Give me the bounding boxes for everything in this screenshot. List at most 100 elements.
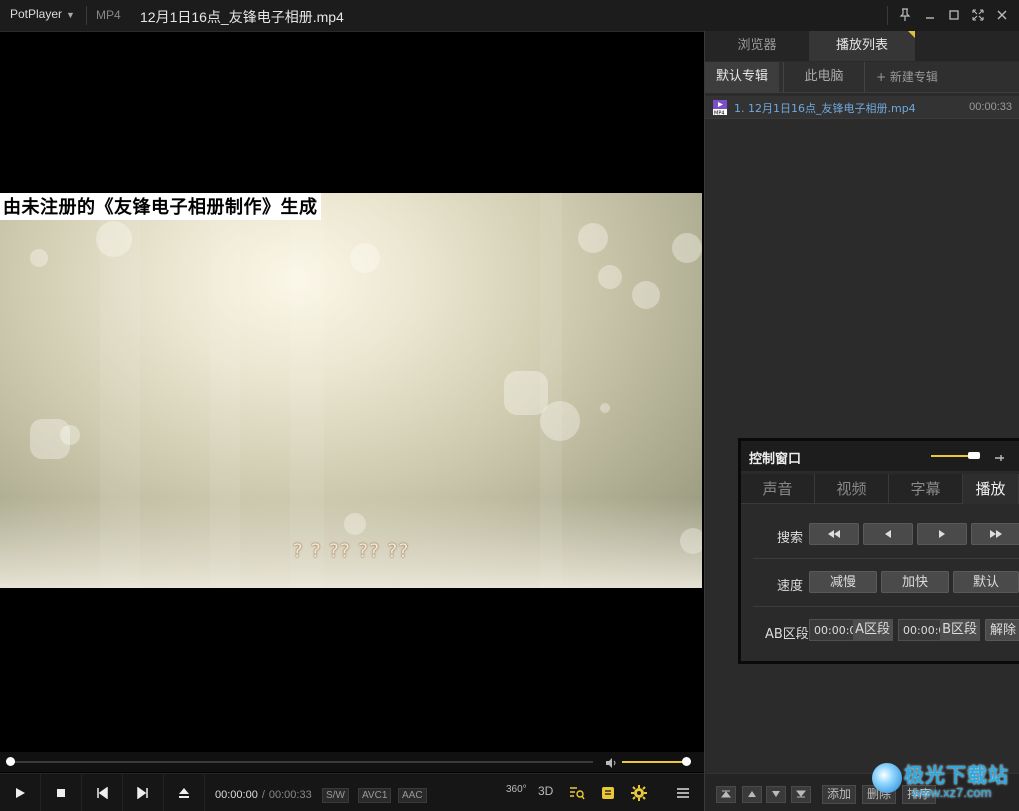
- search-label: 搜索: [777, 531, 804, 546]
- playlist-item-duration: 00:00:33: [969, 101, 1012, 113]
- title-bar: PotPlayer ▼ MP4 12月1日16点_友锋电子相册.mp4: [0, 0, 1019, 32]
- skip-next-icon: [137, 787, 148, 799]
- current-time: 00:00:00: [215, 789, 258, 801]
- new-album-button[interactable]: + 新建专辑: [867, 62, 947, 92]
- next-button[interactable]: [123, 774, 164, 811]
- speed-up-button[interactable]: 加快: [881, 571, 949, 593]
- ab-end-field[interactable]: 00:00:00 B区段: [898, 619, 980, 641]
- ab-clear-button[interactable]: 解除: [985, 619, 1019, 641]
- bokeh-light: [60, 425, 80, 445]
- ab-start-button[interactable]: A区段: [853, 619, 892, 641]
- window-title: 12月1日16点_友锋电子相册.mp4: [140, 9, 344, 25]
- bokeh-light: [30, 249, 48, 267]
- brand-url: www.xz7.com: [912, 785, 992, 800]
- total-time: 00:00:33: [268, 789, 312, 801]
- control-window-titlebar[interactable]: 控制窗口: [741, 441, 1019, 471]
- tab-playlist[interactable]: 播放列表: [809, 31, 915, 61]
- brand-logo-icon: [872, 763, 902, 793]
- tab-browser[interactable]: 浏览器: [705, 31, 809, 61]
- maximize-icon[interactable]: [946, 7, 962, 23]
- speed-label: 速度: [777, 579, 804, 594]
- playlist-button[interactable]: [598, 774, 620, 811]
- bokeh-light: [96, 221, 132, 257]
- 3d-button[interactable]: 3D: [538, 784, 553, 798]
- watermark-text: 由未注册的《友锋电子相册制作》生成: [0, 193, 321, 220]
- seek-track[interactable]: [8, 761, 593, 763]
- pin-icon[interactable]: [993, 449, 1005, 468]
- move-down-button[interactable]: [766, 786, 786, 803]
- format-label: MP4: [96, 8, 121, 22]
- tab-this-pc[interactable]: 此电脑: [783, 62, 865, 92]
- seek-forward-far-button[interactable]: [971, 523, 1019, 545]
- move-top-icon: [721, 790, 731, 798]
- previous-button[interactable]: [82, 774, 123, 811]
- album-tabs: 默认专辑 此电脑 + 新建专辑: [705, 62, 1019, 93]
- minimize-icon[interactable]: [922, 7, 938, 23]
- tab-audio[interactable]: 声音: [741, 474, 815, 504]
- divider: [86, 6, 87, 25]
- volume-slider[interactable]: [622, 761, 686, 763]
- volume-icon[interactable]: [604, 755, 618, 769]
- pin-icon[interactable]: [897, 7, 913, 23]
- renderer-tag[interactable]: S/W: [322, 788, 349, 803]
- chevron-down-icon: ▼: [66, 10, 75, 20]
- ab-start-field[interactable]: 00:00:00 A区段: [809, 619, 893, 641]
- move-top-button[interactable]: [716, 786, 736, 803]
- app-menu-button[interactable]: PotPlayer ▼: [10, 7, 75, 21]
- audio-codec-tag[interactable]: AAC: [398, 788, 427, 803]
- control-window-title: 控制窗口: [749, 452, 802, 467]
- app-name: PotPlayer: [10, 7, 63, 21]
- ab-label: AB区段: [765, 627, 809, 642]
- search-row: 搜索: [741, 511, 1019, 559]
- list-search-icon: [570, 787, 585, 800]
- volume-handle[interactable]: [682, 757, 691, 766]
- gear-icon: [631, 785, 647, 801]
- tab-video[interactable]: 视频: [815, 474, 889, 504]
- tab-subtitles[interactable]: 字幕: [889, 474, 963, 504]
- seek-handle[interactable]: [6, 757, 15, 766]
- tab-playback[interactable]: 播放: [963, 474, 1019, 504]
- divider: [887, 6, 888, 25]
- eject-button[interactable]: [164, 774, 205, 811]
- play-button[interactable]: [0, 774, 41, 811]
- playlist-item[interactable]: MP4 1. 12月1日16点_友锋电子相册.mp4 00:00:33: [705, 96, 1019, 119]
- bokeh-light: [578, 223, 608, 253]
- tab-playlist-label: 播放列表: [835, 38, 888, 53]
- video-codec-tag[interactable]: AVC1: [358, 788, 392, 803]
- play-icon: [16, 788, 25, 798]
- bokeh-light: [504, 371, 548, 415]
- subtitle-text: ? ? ?? ?? ??: [292, 540, 410, 562]
- site-watermark: 极光下载站 www.xz7.com: [872, 757, 1019, 810]
- add-button[interactable]: 添加: [822, 785, 857, 804]
- settings-button[interactable]: [628, 774, 652, 811]
- control-bar: 00:00:00/00:00:33 S/W AVC1 AAC 360° 3D: [0, 773, 704, 811]
- slow-down-button[interactable]: 减慢: [809, 571, 877, 593]
- ab-end-button[interactable]: B区段: [940, 619, 979, 641]
- speed-default-button[interactable]: 默认: [953, 571, 1019, 593]
- vr-360-button[interactable]: 360°: [506, 784, 527, 795]
- search-playlist-button[interactable]: [565, 774, 589, 811]
- fullscreen-icon[interactable]: [970, 7, 986, 23]
- tab-default-album[interactable]: 默认专辑: [705, 62, 779, 92]
- playlist-icon: [602, 787, 614, 799]
- seek-forward-button[interactable]: [917, 523, 967, 545]
- close-icon[interactable]: [994, 7, 1010, 23]
- stop-icon: [57, 789, 65, 797]
- brand-name: 极光下载站: [904, 763, 1009, 787]
- seek-bar-area: [0, 752, 704, 772]
- seek-back-button[interactable]: [863, 523, 913, 545]
- eject-icon: [179, 788, 189, 798]
- bokeh-light: [632, 281, 660, 309]
- video-frame[interactable]: [0, 193, 702, 588]
- move-up-button[interactable]: [742, 786, 762, 803]
- bokeh-light: [598, 265, 622, 289]
- step-forward-icon: [939, 530, 945, 538]
- stop-button[interactable]: [41, 774, 82, 811]
- sidebar-tabs: 浏览器 播放列表: [705, 31, 1019, 61]
- step-back-icon: [885, 530, 891, 538]
- menu-button[interactable]: [668, 774, 698, 811]
- seek-back-far-button[interactable]: [809, 523, 859, 545]
- opacity-handle[interactable]: [968, 452, 980, 459]
- move-bottom-icon: [796, 790, 806, 798]
- move-bottom-button[interactable]: [791, 786, 811, 803]
